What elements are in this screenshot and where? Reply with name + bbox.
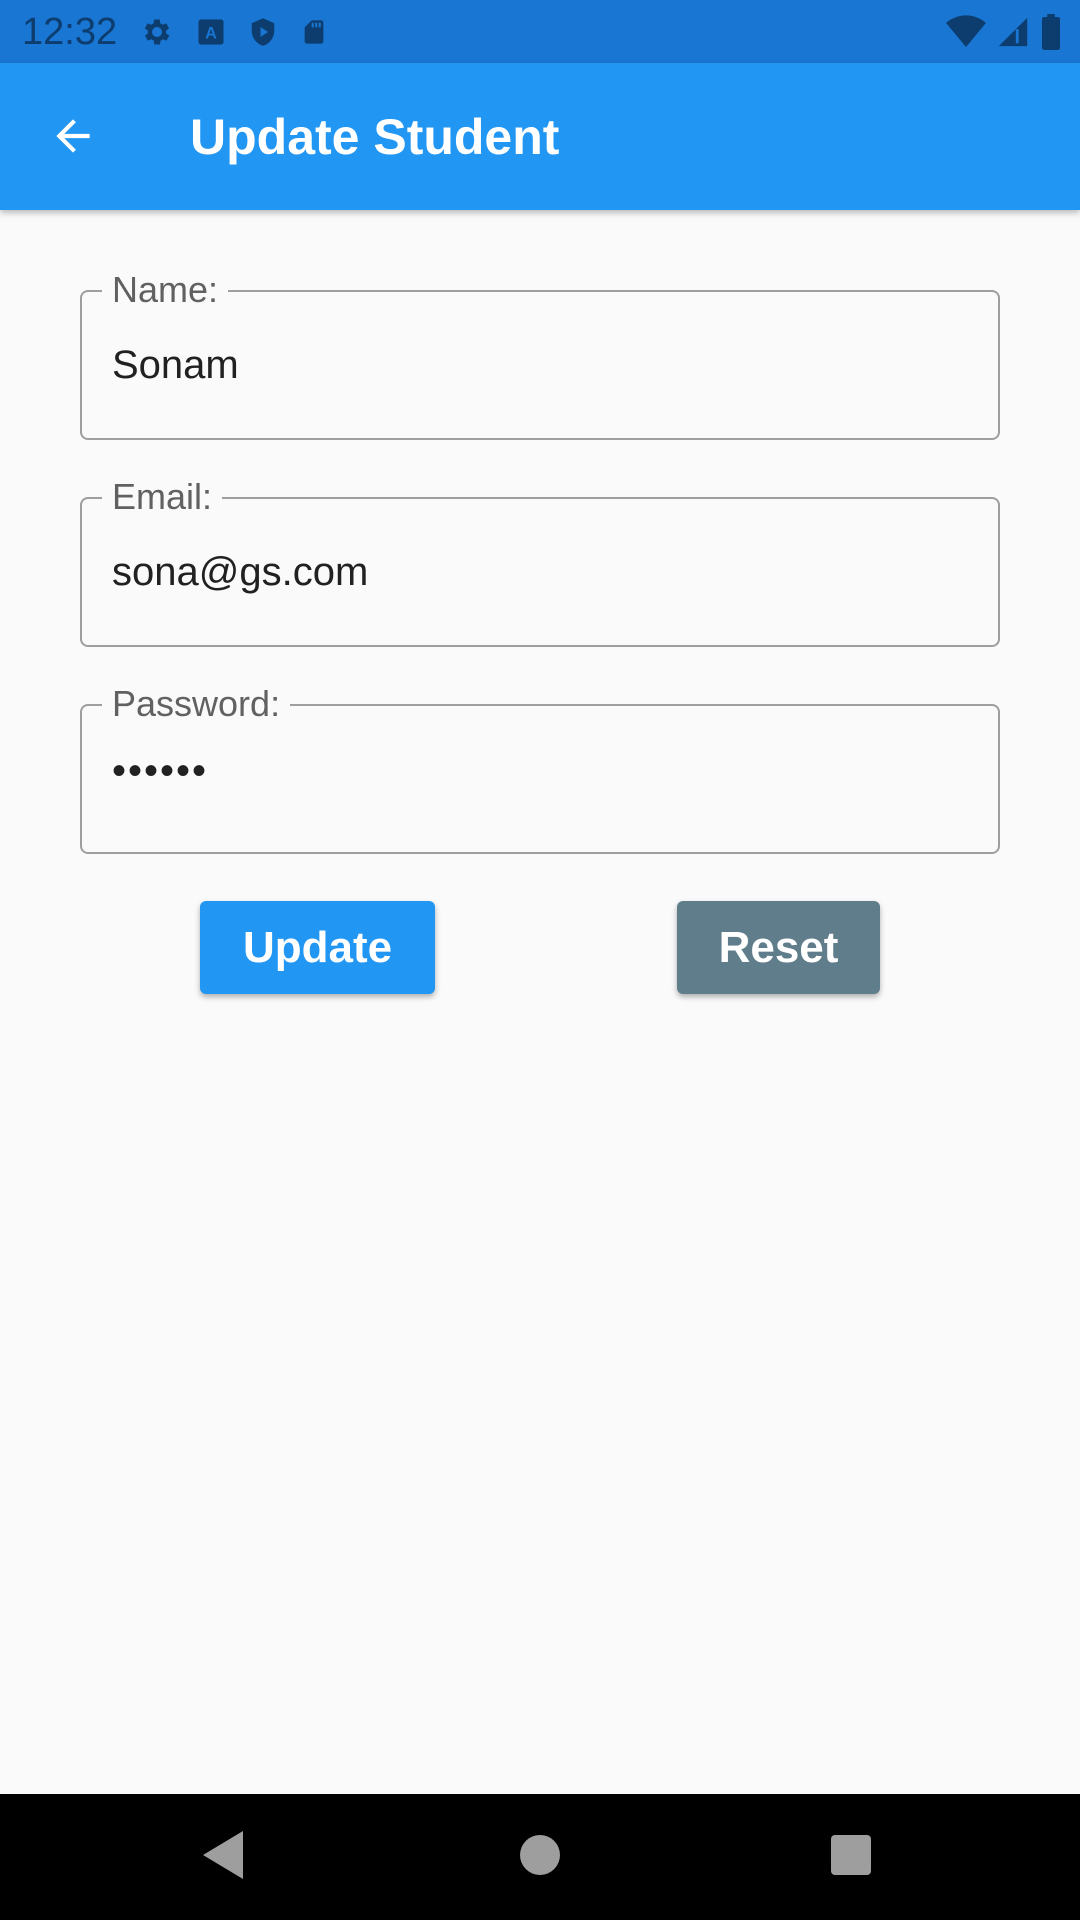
password-value[interactable]: ••••••	[112, 746, 208, 796]
back-button[interactable]	[38, 103, 108, 173]
arrow-back-icon	[48, 111, 98, 166]
signal-icon	[996, 15, 1030, 49]
reset-button[interactable]: Reset	[677, 901, 880, 994]
status-icons-right	[946, 14, 1062, 50]
status-icons-left: A	[140, 14, 328, 50]
name-label: Name:	[102, 268, 229, 312]
text-a-icon: A	[196, 16, 226, 48]
gear-icon	[140, 15, 174, 49]
svg-text:A: A	[205, 24, 217, 42]
battery-icon	[1040, 14, 1062, 50]
name-value[interactable]: Sonam	[112, 340, 239, 390]
name-field[interactable]: Name: Sonam	[80, 268, 1000, 440]
nav-back-button[interactable]	[192, 1824, 258, 1890]
status-bar: 12:32 A	[0, 0, 1080, 63]
nav-recent-button[interactable]	[818, 1824, 884, 1890]
shield-play-icon	[248, 15, 278, 49]
nav-home-button[interactable]	[507, 1824, 573, 1890]
wifi-icon	[946, 15, 986, 49]
app-bar: Update Student	[0, 63, 1080, 210]
password-label: Password:	[102, 682, 291, 726]
email-value[interactable]: sona@gs.com	[112, 547, 368, 597]
email-label: Email:	[102, 475, 223, 519]
nav-home-icon	[520, 1834, 560, 1880]
nav-recent-icon	[831, 1834, 871, 1880]
page-title: Update Student	[190, 109, 560, 165]
nav-back-icon	[203, 1830, 247, 1884]
email-field[interactable]: Email: sona@gs.com	[80, 475, 1000, 647]
sd-card-icon	[300, 16, 328, 48]
password-field[interactable]: Password: ••••••	[80, 682, 1000, 854]
status-time: 12:32	[22, 11, 118, 53]
update-button[interactable]: Update	[200, 901, 435, 994]
nav-bar	[0, 1794, 1080, 1920]
